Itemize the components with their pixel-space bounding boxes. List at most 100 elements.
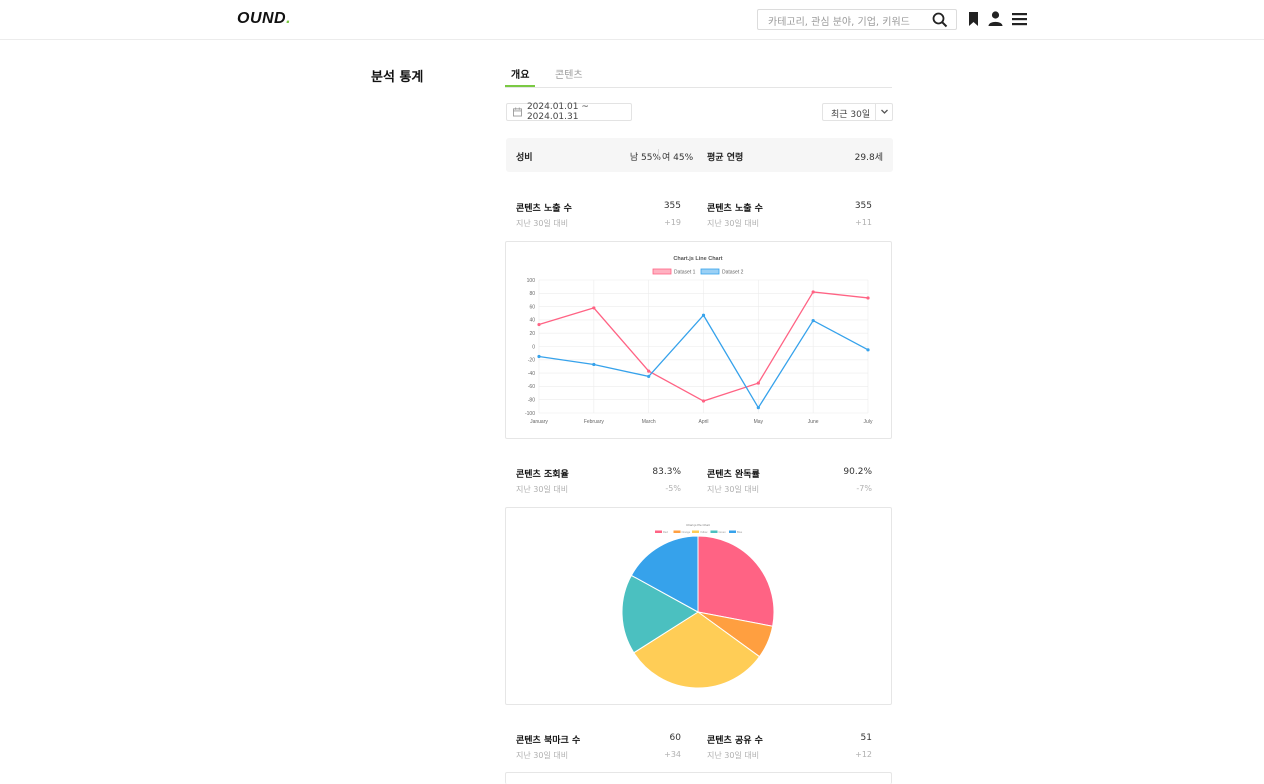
chart-title: Chart.js Pie Chart	[686, 523, 710, 527]
line-chart: Chart.js Line Chart Dataset 1 Dataset 2 100…	[525, 256, 873, 425]
legend-label: Dataset 2	[722, 270, 744, 276]
logo-text: OUND	[237, 10, 287, 27]
y-tick-label: 100	[527, 278, 536, 284]
pie-chart: Chart.js Pie Chart Red Orange Yellow Green Bl…	[621, 523, 775, 689]
y-tick-label: 0	[532, 344, 535, 350]
demographics-summary: 성비 남 55% 여 45% 평균 연령 29.8세	[506, 138, 893, 172]
legend-swatch	[652, 268, 672, 275]
stat-label: 콘텐츠 공유 수	[707, 736, 763, 746]
gender-label: 성비	[516, 153, 533, 163]
next-chart-card	[505, 772, 892, 784]
stat-value: 51	[860, 733, 872, 743]
period-select[interactable]: 최근 30일	[822, 103, 893, 121]
legend-swatch	[710, 530, 718, 533]
stat-sub: 지난 30일 대비	[707, 751, 760, 760]
stat-delta: +11	[855, 218, 872, 227]
data-point	[647, 369, 651, 373]
legend-swatch	[729, 530, 736, 533]
line-chart-card: Chart.js Line Chart Dataset 1 Dataset 2 100…	[505, 241, 892, 439]
pie-chart-card: Chart.js Pie Chart Red Orange Yellow Green Bl…	[505, 507, 892, 705]
legend-label: Orange	[682, 530, 691, 534]
legend-swatch	[655, 530, 662, 533]
pie-slice	[697, 535, 775, 627]
period-select-divider	[875, 104, 876, 120]
stat-delta: +12	[855, 750, 872, 759]
menu-icon[interactable]	[1012, 11, 1027, 30]
stat-value: 355	[663, 201, 681, 211]
y-tick-label: 20	[529, 331, 535, 337]
search-box	[757, 9, 957, 32]
data-point	[811, 318, 815, 323]
stat-row-rates: 콘텐츠 조회율 83.3% 지난 30일 대비 -5% 콘텐츠 완독률 90.2…	[506, 467, 893, 501]
stat-sub: 지난 30일 대비	[516, 485, 569, 494]
stat-sub: 지난 30일 대비	[516, 219, 569, 228]
search-icon[interactable]	[932, 12, 948, 32]
x-tick-label: May	[754, 419, 764, 425]
tab-overview[interactable]: 개요	[511, 66, 529, 81]
data-point	[701, 313, 706, 317]
data-point	[756, 381, 760, 385]
legend-swatch	[692, 530, 699, 533]
logo-dot: .	[286, 10, 292, 27]
stat-row-engagement: 콘텐츠 북마크 수 60 지난 30일 대비 +34 콘텐츠 공유 수 51 지…	[506, 733, 893, 767]
x-tick-label: June	[808, 419, 819, 425]
data-point	[866, 296, 870, 300]
ratio-divider	[658, 149, 659, 160]
y-tick-label: -100	[525, 411, 535, 417]
legend-label: Yellow	[700, 530, 708, 534]
chevron-down-icon[interactable]	[880, 107, 889, 119]
male-ratio: 남 55%	[629, 153, 661, 163]
data-point	[537, 354, 541, 359]
x-tick-label: February	[584, 419, 605, 425]
data-point	[537, 322, 541, 327]
data-point	[647, 374, 651, 379]
y-tick-label: 80	[529, 291, 535, 297]
age-label: 평균 연령	[707, 153, 744, 163]
stat-row-impressions: 콘텐츠 노출 수 355 지난 30일 대비 +19 콘텐츠 노출 수 355 …	[506, 201, 893, 235]
y-tick-label: -40	[528, 371, 535, 377]
user-icon[interactable]	[988, 11, 1003, 30]
x-tick-label: March	[642, 419, 656, 425]
legend-swatch	[700, 268, 720, 275]
stat-label: 콘텐츠 조회율	[516, 470, 569, 480]
stat-sub: 지난 30일 대비	[707, 485, 760, 494]
age-value: 29.8세	[854, 153, 883, 163]
stat-sub: 지난 30일 대비	[707, 219, 760, 228]
legend-label: Red	[663, 530, 668, 534]
y-tick-label: 60	[529, 304, 535, 310]
stat-delta: -5%	[665, 484, 681, 493]
y-tick-label: -20	[528, 358, 535, 364]
data-point	[866, 348, 870, 352]
x-tick-label: July	[864, 419, 873, 425]
active-tab-indicator	[505, 85, 535, 87]
stat-label: 콘텐츠 노출 수	[516, 204, 572, 214]
date-range-picker[interactable]: 2024.01.01 ~ 2024.01.31	[506, 102, 632, 122]
y-tick-label: 40	[529, 318, 535, 324]
date-range-text: 2024.01.01 ~ 2024.01.31	[526, 102, 589, 122]
calendar-icon	[513, 107, 522, 117]
stat-label: 콘텐츠 노출 수	[707, 204, 763, 214]
stat-label: 콘텐츠 완독률	[707, 470, 760, 480]
bookmark-icon[interactable]	[968, 11, 979, 30]
stat-delta: +34	[664, 750, 681, 759]
logo[interactable]: OUND.	[237, 10, 291, 28]
tab-contents[interactable]: 콘텐츠	[555, 66, 583, 81]
stat-value: 83.3%	[652, 467, 681, 477]
y-tick-label: -60	[528, 384, 535, 390]
period-select-value: 최근 30일	[831, 110, 871, 120]
top-header: OUND.	[0, 0, 1264, 40]
stat-value: 90.2%	[843, 467, 872, 477]
data-point	[756, 406, 760, 410]
chart-title: Chart.js Line Chart	[673, 256, 722, 262]
x-tick-label: January	[530, 419, 548, 425]
stat-label: 콘텐츠 북마크 수	[516, 736, 581, 746]
legend-label: Dataset 1	[674, 270, 696, 276]
stat-value: 60	[669, 733, 681, 743]
data-point	[592, 306, 596, 310]
data-point	[701, 399, 706, 403]
tab-bar: 개요 콘텐츠	[505, 60, 892, 88]
legend-label: Green	[719, 530, 727, 534]
search-input[interactable]	[758, 13, 928, 32]
page-title: 분석 통계	[371, 70, 424, 85]
female-ratio: 여 45%	[662, 153, 694, 163]
